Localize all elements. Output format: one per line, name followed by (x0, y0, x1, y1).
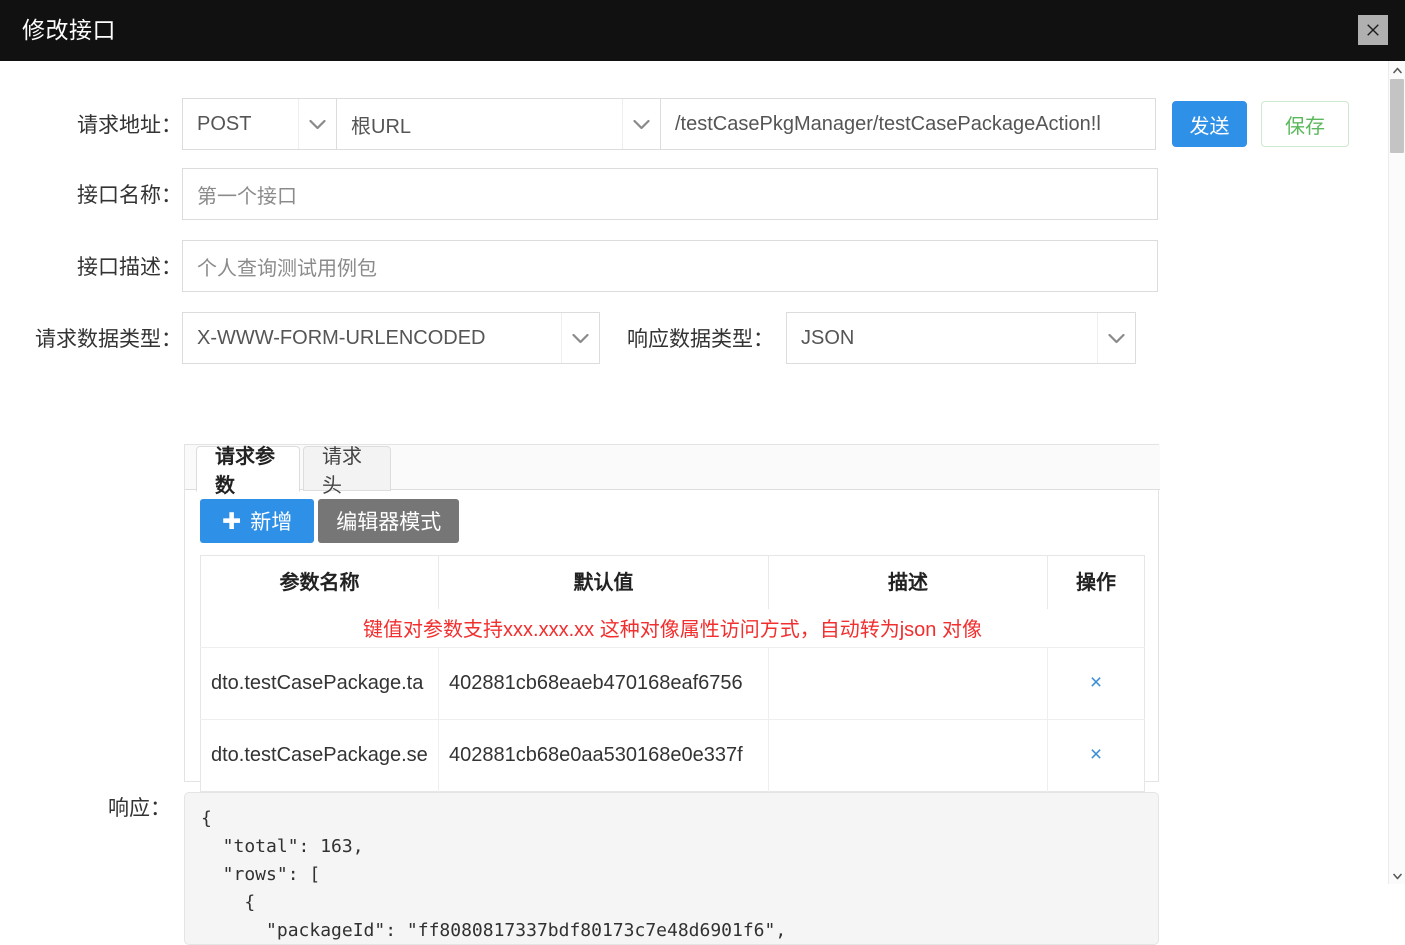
url-path-value: /testCasePkgManager/testCasePackageActio… (675, 112, 1101, 135)
interface-desc-label: 接口描述： (77, 256, 182, 279)
interface-desc-row: 接口描述： 个人查询测试用例包 (0, 240, 1160, 292)
params-panel: 请求参数 请求头 ✚ 新增 编辑器模式 参数名称 默认值 描述 操作 键值对参数… (184, 444, 1160, 792)
params-note-text: 键值对参数支持xxx.xxx.xx 这种对像属性访问方式，自动转为json 对像 (363, 619, 982, 642)
page-scrollbar[interactable] (1388, 61, 1405, 884)
param-value-cell[interactable]: 402881cb68eaeb470168eaf6756 (438, 646, 769, 719)
interface-name-value: 第一个接口 (197, 185, 297, 208)
response-label: 响应： (108, 797, 171, 820)
param-description-cell[interactable] (768, 718, 1048, 791)
window-title: 修改接口 (22, 17, 116, 43)
param-value-input[interactable]: 402881cb68e0aa530168e0e337f (439, 744, 768, 767)
request-data-type-select[interactable]: X-WWW-FORM-URLENCODED (182, 312, 600, 364)
add-param-label: 新增 (250, 511, 293, 534)
param-description-cell[interactable] (768, 646, 1048, 719)
param-name-cell[interactable]: dto.testCasePackage.ta (200, 646, 439, 719)
tab-request-headers[interactable]: 请求头 (303, 446, 391, 497)
params-table-header-row: 参数名称 默认值 描述 操作 (200, 555, 1145, 609)
chevron-down-icon (561, 313, 599, 363)
base-url-select-value: 根URL (351, 115, 412, 138)
editor-mode-button[interactable]: 编辑器模式 (318, 499, 460, 543)
param-value-input[interactable]: 402881cb68eaeb470168eaf6756 (439, 672, 768, 695)
interface-name-input[interactable]: 第一个接口 (182, 168, 1158, 220)
save-button[interactable]: 保存 (1261, 101, 1349, 147)
tabstrip: 请求参数 请求头 (185, 445, 1160, 497)
chevron-down-icon (1097, 313, 1135, 363)
data-type-row: 请求数据类型： X-WWW-FORM-URLENCODED 响应数据类型： JS… (0, 312, 1160, 364)
param-name-input[interactable]: dto.testCasePackage.ta (201, 672, 438, 695)
table-row: dto.testCasePackage.ta 402881cb68eaeb470… (200, 646, 1145, 719)
request-url-label: 请求地址： (77, 114, 182, 137)
param-action-cell: × (1047, 718, 1145, 791)
params-table: 参数名称 默认值 描述 操作 键值对参数支持xxx.xxx.xx 这种对像属性访… (200, 555, 1145, 792)
param-action-cell: × (1047, 646, 1145, 719)
params-table-note-row: 键值对参数支持xxx.xxx.xx 这种对像属性访问方式，自动转为json 对像 (200, 609, 1145, 647)
response-data-type-select[interactable]: JSON (786, 312, 1136, 364)
method-select[interactable]: POST (182, 98, 337, 150)
column-header-default-value: 默认值 (438, 555, 769, 609)
interface-desc-value: 个人查询测试用例包 (197, 257, 377, 280)
window-titlebar: 修改接口 (0, 0, 1405, 61)
param-name-input[interactable]: dto.testCasePackage.se (201, 744, 438, 767)
delete-param-button[interactable]: × (1048, 743, 1144, 767)
chevron-down-icon (298, 99, 336, 149)
plus-icon: ✚ (222, 507, 242, 534)
scrollbar-thumb[interactable] (1390, 79, 1404, 153)
column-header-action: 操作 (1047, 555, 1145, 609)
send-button[interactable]: 发送 (1172, 101, 1247, 147)
close-icon (1365, 22, 1381, 38)
method-select-value: POST (197, 112, 252, 135)
request-data-type-label: 请求数据类型： (35, 328, 182, 351)
column-header-description: 描述 (768, 555, 1048, 609)
delete-param-button[interactable]: × (1048, 671, 1144, 695)
tab-request-params[interactable]: 请求参数 (196, 446, 300, 497)
interface-desc-input[interactable]: 个人查询测试用例包 (182, 240, 1158, 292)
scroll-down-button[interactable] (1389, 867, 1405, 884)
response-body: { "total": 163, "rows": [ { "packageId":… (201, 808, 787, 941)
add-param-button[interactable]: ✚ 新增 (200, 499, 315, 543)
chevron-up-icon (1392, 61, 1402, 79)
response-output[interactable]: { "total": 163, "rows": [ { "packageId":… (184, 792, 1159, 945)
response-data-type-value: JSON (801, 326, 855, 349)
param-value-cell[interactable]: 402881cb68e0aa530168e0e337f (438, 718, 769, 791)
column-header-param-name: 参数名称 (200, 555, 439, 609)
url-path-input[interactable]: /testCasePkgManager/testCasePackageActio… (660, 98, 1156, 150)
request-url-row: 请求地址： POST 根URL /testCasePkgManager/test… (0, 96, 1370, 152)
table-row: dto.testCasePackage.se 402881cb68e0aa530… (200, 718, 1145, 791)
base-url-select[interactable]: 根URL (336, 98, 661, 150)
scroll-up-button[interactable] (1389, 61, 1405, 78)
request-data-type-value: X-WWW-FORM-URLENCODED (197, 326, 486, 349)
dialog-body: 请求地址： POST 根URL /testCasePkgManager/test… (0, 61, 1388, 945)
response-data-type-label: 响应数据类型： (627, 328, 774, 351)
chevron-down-icon (1392, 867, 1402, 885)
interface-name-row: 接口名称： 第一个接口 (0, 168, 1160, 220)
params-note-cell: 键值对参数支持xxx.xxx.xx 这种对像属性访问方式，自动转为json 对像 (200, 609, 1145, 647)
close-button[interactable] (1358, 15, 1388, 45)
param-name-cell[interactable]: dto.testCasePackage.se (200, 718, 439, 791)
interface-name-label: 接口名称： (77, 184, 182, 207)
params-toolbar: ✚ 新增 编辑器模式 (200, 499, 460, 543)
chevron-down-icon (622, 99, 660, 149)
